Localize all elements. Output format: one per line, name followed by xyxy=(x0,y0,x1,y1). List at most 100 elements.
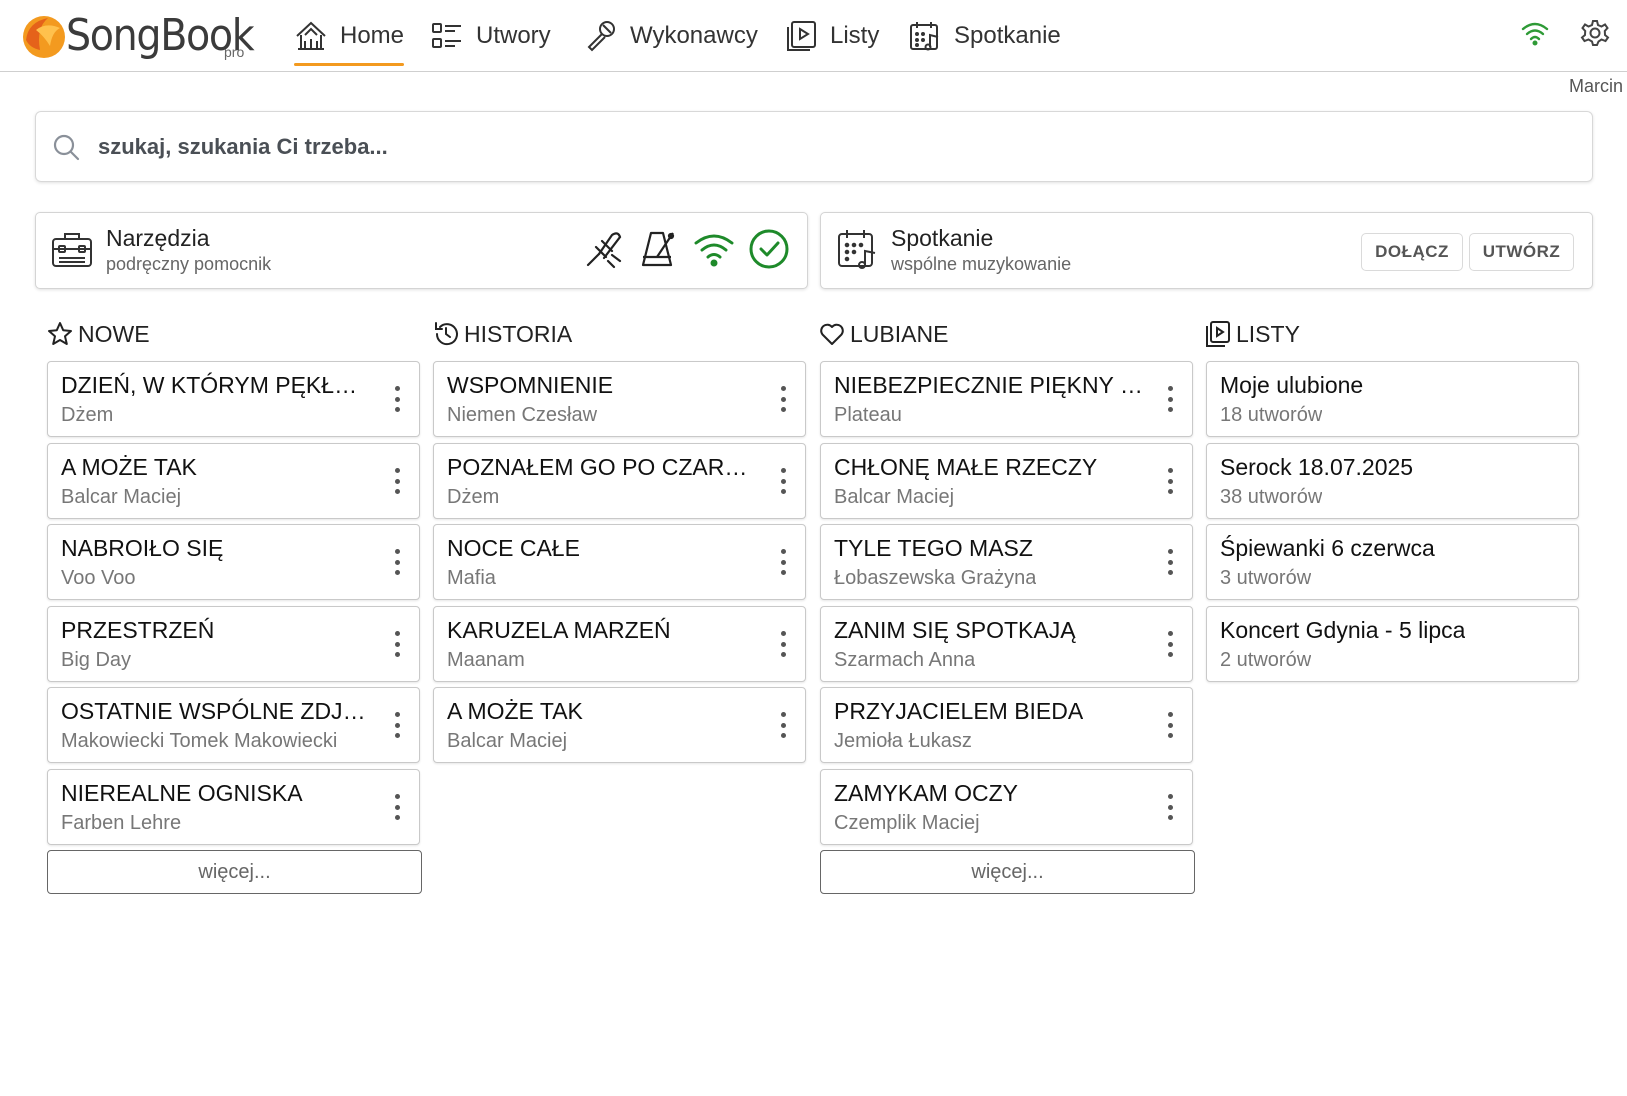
playlist-count: 38 utworów xyxy=(1220,486,1323,508)
nav-utwory-label: Utwory xyxy=(476,22,551,49)
song-title: POZNAŁEM GO PO CZARNYM KAPELUSZU xyxy=(447,454,757,480)
create-button[interactable]: UTWÓRZ xyxy=(1469,233,1574,271)
more-options-icon[interactable] xyxy=(387,627,407,661)
nav-wykonawcy[interactable]: Wykonawcy xyxy=(584,10,758,62)
nav-spotkanie[interactable]: Spotkanie xyxy=(908,10,1061,62)
song-card[interactable]: A MOŻE TAK Balcar Maciej xyxy=(433,687,806,763)
microphone-icon xyxy=(587,21,615,52)
column-title-listy: LISTY xyxy=(1236,320,1300,347)
playlist-icon xyxy=(787,21,816,51)
metronome-icon[interactable] xyxy=(637,227,681,271)
song-card[interactable]: NOCE CAŁE Mafia xyxy=(433,524,806,600)
tools-subtitle: podręczny pomocnik xyxy=(106,254,272,274)
song-card[interactable]: WSPOMNIENIE Niemen Czesław xyxy=(433,361,806,437)
wifi-status-icon[interactable] xyxy=(692,227,736,271)
more-options-icon[interactable] xyxy=(773,627,793,661)
songbook-logo[interactable]: SongBook pro xyxy=(16,8,256,64)
song-card[interactable]: NIEBEZPIECZNIE PIĘKNY ŚWIAT Plateau xyxy=(820,361,1193,437)
playlist-card[interactable]: Serock 18.07.2025 38 utworów xyxy=(1206,443,1579,519)
calendar-music-icon xyxy=(838,230,876,269)
playlist-card[interactable]: Moje ulubione 18 utworów xyxy=(1206,361,1579,437)
user-name[interactable]: Marcin xyxy=(1569,76,1623,97)
more-options-icon[interactable] xyxy=(1160,545,1180,579)
song-artist: Voo Voo xyxy=(61,567,136,589)
more-options-icon[interactable] xyxy=(773,464,793,498)
song-card[interactable]: NIEREALNE OGNISKA Farben Lehre xyxy=(47,769,420,845)
tools-panel[interactable]: Narzędzia podręczny pomocnik xyxy=(35,212,808,289)
song-artist: Balcar Maciej xyxy=(447,730,568,752)
song-title: ZANIM SIĘ SPOTKAJĄ xyxy=(834,617,1076,643)
song-card[interactable]: TYLE TEGO MASZ Łobaszewska Grażyna xyxy=(820,524,1193,600)
song-card[interactable]: NABROIŁO SIĘ Voo Voo xyxy=(47,524,420,600)
song-artist: Szarmach Anna xyxy=(834,649,976,671)
more-options-icon[interactable] xyxy=(1160,708,1180,742)
search-bar[interactable] xyxy=(35,111,1593,182)
song-card[interactable]: CHŁONĘ MAŁE RZECZY Balcar Maciej xyxy=(820,443,1193,519)
tools-title: Narzędzia xyxy=(106,225,210,251)
more-options-icon[interactable] xyxy=(1160,464,1180,498)
playlist-title: Śpiewanki 6 czerwca xyxy=(1220,535,1435,561)
playlist-title: Serock 18.07.2025 xyxy=(1220,454,1414,480)
search-icon xyxy=(53,134,80,160)
song-card[interactable]: OSTATNIE WSPÓLNE ZDJĘCIE Makowiecki Tome… xyxy=(47,687,420,763)
more-options-icon[interactable] xyxy=(1160,790,1180,824)
check-circle-icon[interactable] xyxy=(747,227,791,271)
calendar-music-icon xyxy=(910,22,939,51)
playlist-card[interactable]: Koncert Gdynia - 5 lipca 2 utworów xyxy=(1206,606,1579,682)
song-card[interactable]: PRZESTRZEŃ Big Day xyxy=(47,606,420,682)
home-icon xyxy=(296,21,326,50)
column-header-listy: LISTY xyxy=(1204,320,1300,348)
nav-home[interactable]: Home xyxy=(294,10,405,66)
column-header-nowe: NOWE xyxy=(46,320,150,348)
top-bar: SongBook pro Home Utwory Wykonawcy Listy xyxy=(0,0,1627,72)
song-title: ZAMYKAM OCZY xyxy=(834,780,1019,806)
song-card[interactable]: ZAMYKAM OCZY Czemplik Maciej xyxy=(820,769,1193,845)
column-title-lubiane: LUBIANE xyxy=(850,320,949,347)
more-options-icon[interactable] xyxy=(773,382,793,416)
song-artist: Makowiecki Tomek Makowiecki xyxy=(61,730,338,752)
song-title: PRZYJACIELEM BIEDA xyxy=(834,698,1084,724)
more-options-icon[interactable] xyxy=(387,545,407,579)
song-artist: Dżem xyxy=(61,404,114,426)
more-options-icon[interactable] xyxy=(773,708,793,742)
song-card[interactable]: DZIEŃ, W KTÓRYM PĘKŁO NIEBO Dżem xyxy=(47,361,420,437)
song-artist: Dżem xyxy=(447,486,500,508)
song-artist: Farben Lehre xyxy=(61,812,182,834)
toolbox-icon xyxy=(52,233,92,267)
song-title: OSTATNIE WSPÓLNE ZDJĘCIE xyxy=(61,698,371,724)
more-options-icon[interactable] xyxy=(1160,627,1180,661)
song-card[interactable]: POZNAŁEM GO PO CZARNYM KAPELUSZU Dżem xyxy=(433,443,806,519)
playlist-card[interactable]: Śpiewanki 6 czerwca 3 utworów xyxy=(1206,524,1579,600)
search-input[interactable] xyxy=(98,133,1498,160)
tuning-fork-icon[interactable] xyxy=(582,227,626,271)
join-button[interactable]: DOŁĄCZ xyxy=(1361,233,1463,271)
meeting-subtitle: wspólne muzykowanie xyxy=(891,254,1072,274)
logo-edition: pro xyxy=(224,44,245,60)
more-options-icon[interactable] xyxy=(387,464,407,498)
song-artist: Balcar Maciej xyxy=(61,486,182,508)
song-card[interactable]: ZANIM SIĘ SPOTKAJĄ Szarmach Anna xyxy=(820,606,1193,682)
song-card[interactable]: KARUZELA MARZEŃ Maanam xyxy=(433,606,806,682)
song-title: TYLE TEGO MASZ xyxy=(834,535,1033,561)
more-options-icon[interactable] xyxy=(1160,382,1180,416)
nav-spotkanie-label: Spotkanie xyxy=(954,22,1061,49)
nav-utwory[interactable]: Utwory xyxy=(430,10,551,62)
more-nowe-button[interactable]: więcej... xyxy=(47,850,422,894)
song-title: KARUZELA MARZEŃ xyxy=(447,617,671,643)
song-card[interactable]: A MOŻE TAK Balcar Maciej xyxy=(47,443,420,519)
song-artist: Czemplik Maciej xyxy=(834,812,980,834)
more-options-icon[interactable] xyxy=(387,382,407,416)
song-artist: Jemioła Łukasz xyxy=(834,730,972,752)
more-lubiane-button[interactable]: więcej... xyxy=(820,850,1195,894)
wifi-icon[interactable] xyxy=(1520,20,1550,46)
nav-home-label: Home xyxy=(340,22,405,49)
song-title: A MOŻE TAK xyxy=(61,454,197,480)
more-options-icon[interactable] xyxy=(387,708,407,742)
song-title: PRZESTRZEŃ xyxy=(61,617,215,643)
song-card[interactable]: PRZYJACIELEM BIEDA Jemioła Łukasz xyxy=(820,687,1193,763)
nav-listy[interactable]: Listy xyxy=(784,10,879,62)
more-options-icon[interactable] xyxy=(387,790,407,824)
more-options-icon[interactable] xyxy=(773,545,793,579)
song-artist: Balcar Maciej xyxy=(834,486,955,508)
gear-icon[interactable] xyxy=(1580,18,1610,48)
